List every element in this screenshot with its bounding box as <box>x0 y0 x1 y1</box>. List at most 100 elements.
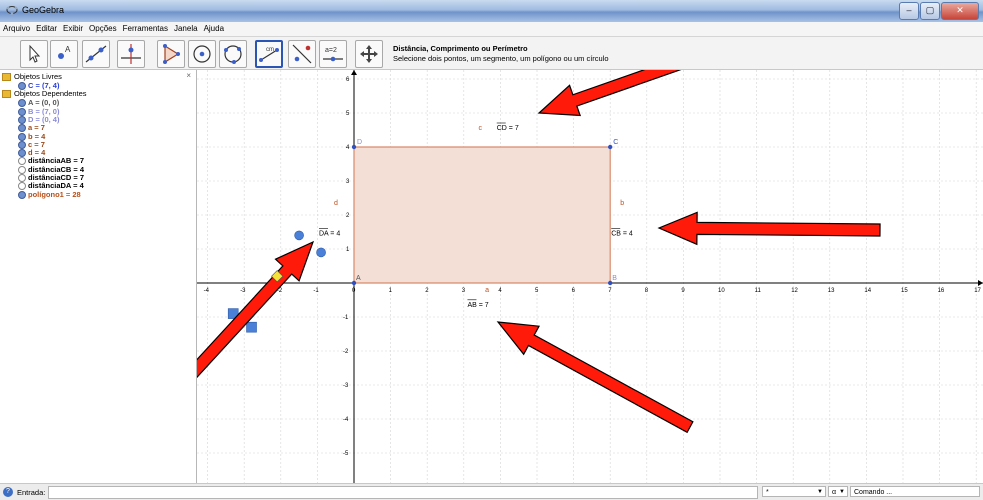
x-tick-label: 16 <box>938 288 945 294</box>
x-axis-arrow-icon <box>978 280 983 286</box>
line-tool-button[interactable] <box>82 40 110 68</box>
x-tick-label: 0 <box>352 288 356 294</box>
line-through-points-icon <box>85 45 107 63</box>
distance-label-ab: AB = 7 <box>467 302 488 309</box>
algebra-folder-header[interactable]: Objetos Livres <box>2 72 62 81</box>
folder-icon <box>2 73 11 81</box>
folder-label: Objetos Dependentes <box>14 89 87 99</box>
y-tick-label: -2 <box>343 349 349 355</box>
blue-point-marker[interactable] <box>316 247 326 258</box>
visibility-toggle-icon[interactable] <box>18 190 26 199</box>
x-tick-label: 17 <box>974 288 981 294</box>
move-tool-button[interactable] <box>20 40 48 68</box>
visibility-toggle-icon[interactable] <box>18 149 26 158</box>
x-tick-label: -3 <box>240 288 246 294</box>
tool-description: Distância, Comprimento ou Perímetro Sele… <box>393 44 609 64</box>
command-combo[interactable]: Comando ... <box>850 486 980 497</box>
title-bar: GeoGebra – ▢ ✕ <box>0 0 983 22</box>
y-tick-label: 4 <box>346 145 350 151</box>
graphics-view[interactable]: -4 -3 -2 -1 0 1 2 3 4 5 6 7 8 9 10 11 12 13 14 15 16 17 6 5 4 3 2 1… <box>197 70 983 483</box>
algebra-folder-header[interactable]: Objetos Dependentes <box>2 89 87 99</box>
point-c[interactable] <box>608 144 613 150</box>
visibility-toggle-icon[interactable] <box>18 165 26 174</box>
algebra-item-text: polígono1 = 28 <box>28 189 81 199</box>
input-bar: ? Entrada: * ▼ α ▼ Comando ... <box>0 483 983 500</box>
menu-exibir[interactable]: Exibir <box>60 22 86 33</box>
y-tick-label: -5 <box>343 451 349 457</box>
minimize-button[interactable]: – <box>899 2 919 20</box>
x-tick-label: 5 <box>535 288 539 294</box>
geogebra-logo-icon <box>6 6 18 15</box>
point-A-icon: A <box>58 45 71 59</box>
distance-measure-icon: cm <box>259 47 279 62</box>
polygon1[interactable] <box>353 146 611 284</box>
menu-ferramentas[interactable]: Ferramentas <box>120 22 171 33</box>
point-d[interactable] <box>351 144 357 150</box>
circle-three-points-icon <box>224 45 242 64</box>
visibility-toggle-icon[interactable] <box>18 107 26 116</box>
x-tick-label: 4 <box>498 288 502 294</box>
greek-combo[interactable]: α ▼ <box>828 486 848 497</box>
input-field[interactable] <box>48 486 758 499</box>
algebra-list-item[interactable]: polígono1 = 28 <box>18 189 81 199</box>
visibility-toggle-icon[interactable] <box>18 157 26 166</box>
x-tick-label: 13 <box>828 288 835 294</box>
help-icon[interactable]: ? <box>3 487 13 497</box>
visibility-toggle-icon[interactable] <box>18 182 26 191</box>
perpendicular-line-icon <box>121 44 141 64</box>
reflect-about-line-icon <box>292 44 312 64</box>
side-label-d: d <box>334 200 338 207</box>
x-tick-label: 10 <box>718 288 725 294</box>
blue-square-marker[interactable] <box>246 321 257 333</box>
visibility-toggle-icon[interactable] <box>18 99 26 108</box>
menu-opcoes[interactable]: Opções <box>86 22 120 33</box>
visibility-toggle-icon[interactable] <box>18 174 26 182</box>
menu-ajuda[interactable]: Ajuda <box>201 22 227 33</box>
x-tick-label: 1 <box>389 288 393 294</box>
polygon-tool-button[interactable] <box>157 40 185 68</box>
visibility-toggle-icon[interactable] <box>18 132 26 141</box>
point-tool-button[interactable]: A <box>50 40 78 68</box>
graphics-canvas[interactable]: -4 -3 -2 -1 0 1 2 3 4 5 6 7 8 9 10 11 12 13 14 15 16 17654321… <box>197 70 983 483</box>
circle-three-points-tool-button[interactable] <box>219 40 247 68</box>
cursor-arrow-icon <box>29 44 41 63</box>
x-tick-label: -1 <box>313 288 319 294</box>
symbol-combo[interactable]: * ▼ <box>762 486 826 497</box>
maximize-button[interactable]: ▢ <box>920 2 940 20</box>
folder-label: Objetos Livres <box>14 72 62 81</box>
visibility-toggle-icon[interactable] <box>18 140 26 149</box>
folder-icon <box>2 90 11 99</box>
close-button[interactable]: ✕ <box>941 2 979 20</box>
y-tick-label: 6 <box>346 77 350 83</box>
symbol-combo-value: * <box>766 489 769 496</box>
y-tick-label: 1 <box>346 247 350 253</box>
x-tick-label: 2 <box>425 288 429 294</box>
slider-tool-button[interactable]: a=2 <box>319 40 347 68</box>
x-tick-label: 14 <box>864 288 871 294</box>
menu-janela[interactable]: Janela <box>171 22 201 33</box>
side-label-c: c <box>478 125 482 132</box>
command-combo-value: Comando ... <box>854 489 893 496</box>
visibility-toggle-icon[interactable] <box>18 124 26 133</box>
blue-point-marker[interactable] <box>294 230 304 241</box>
move-graphics-tool-button[interactable] <box>355 40 383 68</box>
menu-arquivo[interactable]: Arquivo <box>0 22 33 33</box>
x-tick-label: 9 <box>681 288 685 294</box>
close-algebra-view-icon[interactable]: × <box>186 71 191 80</box>
x-tick-label: 15 <box>901 288 908 294</box>
menu-bar: Arquivo Editar Exibir Opções Ferramentas Jane… <box>0 22 983 37</box>
perpendicular-tool-button[interactable] <box>117 40 145 68</box>
y-tick-label: -3 <box>343 383 349 389</box>
x-tick-label: 6 <box>572 288 576 294</box>
point-label-c: C <box>613 139 618 146</box>
distance-tool-button[interactable]: cm <box>255 40 283 68</box>
y-tick-label: 2 <box>346 213 350 219</box>
reflect-tool-button[interactable] <box>288 40 316 68</box>
visibility-toggle-icon[interactable] <box>18 115 26 124</box>
menu-editar[interactable]: Editar <box>33 22 60 33</box>
red-arrow-cd <box>537 70 682 117</box>
slider-a-equals-2-icon: a=2 <box>323 47 343 62</box>
circle-tool-button[interactable] <box>188 40 216 68</box>
red-arrow-cb <box>657 211 881 246</box>
distance-icon-label: cm <box>266 47 274 53</box>
